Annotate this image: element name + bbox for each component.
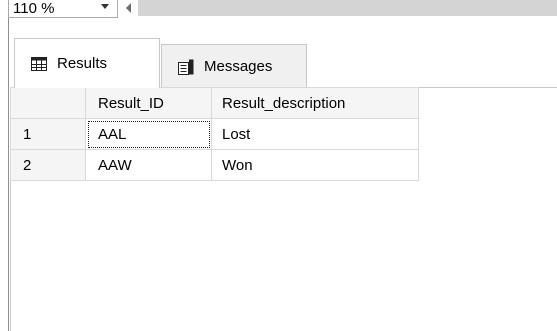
- messages-icon: [178, 59, 194, 75]
- column-header-label: Result_description: [222, 94, 346, 112]
- tab-results[interactable]: Results: [14, 38, 160, 88]
- grid-cell[interactable]: AAL: [85, 118, 212, 150]
- arrow-left-icon[interactable]: [126, 3, 131, 13]
- column-header-result-id[interactable]: Result_ID: [85, 87, 212, 119]
- grid-cell[interactable]: Lost: [211, 118, 419, 150]
- table-row: 1 AAL Lost: [10, 118, 419, 150]
- cell-value: AAL: [98, 125, 127, 143]
- row-number: 2: [23, 156, 32, 174]
- column-header-label: Result_ID: [98, 94, 164, 112]
- column-header-result-description[interactable]: Result_description: [211, 87, 419, 119]
- cell-value: AAW: [98, 156, 132, 174]
- horizontal-scrollbar[interactable]: [138, 0, 557, 16]
- grid-cell[interactable]: AAW: [85, 149, 212, 181]
- chevron-down-icon[interactable]: [101, 4, 109, 9]
- row-number: 1: [23, 125, 32, 143]
- tab-results-label: Results: [57, 55, 108, 72]
- row-header[interactable]: 1: [10, 118, 86, 150]
- grid-corner[interactable]: [10, 87, 86, 119]
- table-row: 2 AAW Won: [10, 149, 419, 181]
- cell-value: Won: [222, 156, 253, 174]
- grid-icon: [31, 56, 47, 71]
- results-grid: Result_ID Result_description 1 AAL Lost …: [10, 87, 419, 181]
- tab-messages[interactable]: Messages: [161, 44, 307, 88]
- cell-value: Lost: [222, 125, 251, 143]
- pane-border: [8, 18, 9, 331]
- zoom-bar: 110 %: [0, 0, 557, 20]
- row-header[interactable]: 2: [10, 149, 86, 181]
- zoom-select[interactable]: 110 %: [8, 0, 118, 18]
- header-row: Result_ID Result_description: [10, 87, 419, 119]
- tab-messages-label: Messages: [204, 58, 273, 75]
- grid-cell[interactable]: Won: [211, 149, 419, 181]
- zoom-value: 110 %: [13, 0, 55, 17]
